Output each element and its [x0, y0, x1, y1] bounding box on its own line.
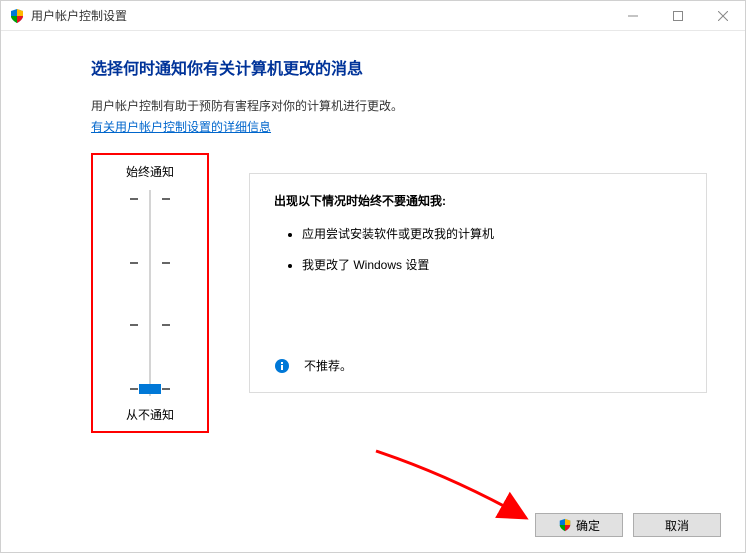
- recommendation-row: 不推荐。: [274, 357, 352, 374]
- slider-panel: 始终通知 从不通知: [91, 153, 209, 433]
- info-icon: [274, 358, 290, 374]
- notification-slider[interactable]: [93, 190, 207, 396]
- list-item: 我更改了 Windows 设置: [302, 256, 682, 273]
- close-button[interactable]: [700, 1, 745, 31]
- cancel-button[interactable]: 取消: [633, 513, 721, 537]
- minimize-button[interactable]: [610, 1, 655, 31]
- description-text: 用户帐户控制有助于预防有害程序对你的计算机进行更改。: [91, 97, 707, 116]
- help-link[interactable]: 有关用户帐户控制设置的详细信息: [91, 118, 271, 135]
- dialog-buttons: 确定 取消: [535, 513, 721, 537]
- slider-label-always: 始终通知: [126, 163, 174, 180]
- slider-thumb[interactable]: [139, 384, 161, 394]
- content-area: 选择何时通知你有关计算机更改的消息 用户帐户控制有助于预防有害程序对你的计算机进…: [1, 31, 745, 433]
- cancel-label: 取消: [665, 517, 689, 534]
- recommendation-text: 不推荐。: [304, 357, 352, 374]
- page-title: 选择何时通知你有关计算机更改的消息: [91, 55, 707, 79]
- titlebar: 用户帐户控制设置: [1, 1, 745, 31]
- ok-button[interactable]: 确定: [535, 513, 623, 537]
- annotation-arrow: [371, 446, 551, 536]
- shield-icon: [9, 8, 25, 24]
- window-controls: [610, 1, 745, 31]
- list-item: 应用尝试安装软件或更改我的计算机: [302, 225, 682, 242]
- detail-panel: 出现以下情况时始终不要通知我: 应用尝试安装软件或更改我的计算机 我更改了 Wi…: [249, 173, 707, 393]
- main-area: 始终通知 从不通知 出现以下情况时始终不要通知我: 应用尝试安装软件或更改我的计…: [91, 153, 707, 433]
- detail-list: 应用尝试安装软件或更改我的计算机 我更改了 Windows 设置: [274, 225, 682, 273]
- detail-heading: 出现以下情况时始终不要通知我:: [274, 192, 682, 209]
- maximize-button[interactable]: [655, 1, 700, 31]
- shield-icon: [558, 518, 572, 532]
- ok-label: 确定: [576, 517, 600, 534]
- window-title: 用户帐户控制设置: [31, 7, 127, 24]
- slider-label-never: 从不通知: [126, 406, 174, 423]
